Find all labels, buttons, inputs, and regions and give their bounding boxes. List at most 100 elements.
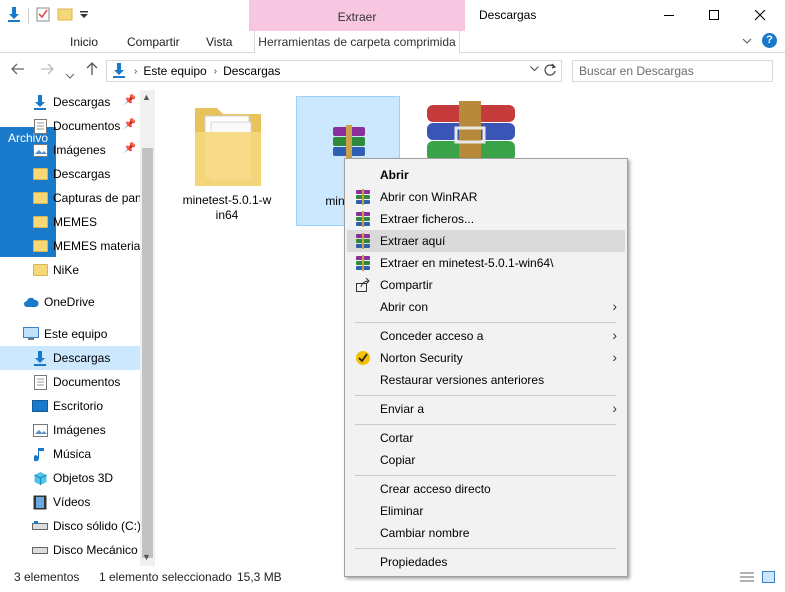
tab-herramientas-carpeta-comprimida[interactable]: Herramientas de carpeta comprimida — [254, 31, 460, 54]
quick-access-toolbar — [6, 6, 89, 25]
menu-item-extraer-ficheros[interactable]: Extraer ficheros... — [347, 208, 625, 230]
pin-icon[interactable]: 📌 — [124, 143, 136, 154]
tab-inicio[interactable]: Inicio — [70, 31, 98, 53]
file-name: minetest-5.0.1-w in64 — [182, 193, 272, 222]
nav-item-imagenes[interactable]: Imágenes — [0, 418, 140, 442]
refresh-icon[interactable] — [543, 63, 557, 80]
ribbon-controls: ? — [742, 33, 777, 48]
menu-item-norton-security[interactable]: Norton Security › — [347, 347, 625, 369]
menu-item-propiedades[interactable]: Propiedades — [347, 551, 625, 573]
nav-item-escritorio[interactable]: Escritorio — [0, 394, 140, 418]
menu-item-restaurar-versiones[interactable]: Restaurar versiones anteriores — [347, 369, 625, 391]
menu-item-copiar[interactable]: Copiar — [347, 449, 625, 471]
menu-divider — [355, 475, 616, 476]
details-view-icon[interactable] — [740, 571, 754, 586]
drive-icon — [32, 518, 48, 534]
menu-item-enviar-a[interactable]: Enviar a › — [347, 398, 625, 420]
scroll-down-icon[interactable]: ▼ — [142, 552, 151, 562]
nav-item-nike[interactable]: NiKe — [0, 258, 140, 282]
folder-icon — [193, 102, 263, 193]
expand-ribbon-icon[interactable] — [742, 34, 752, 48]
share-icon — [355, 277, 371, 293]
folder-icon — [32, 214, 48, 230]
large-icons-view-icon[interactable] — [762, 571, 775, 586]
menu-item-cambiar-nombre[interactable]: Cambiar nombre — [347, 522, 625, 544]
recent-locations-icon[interactable] — [65, 66, 75, 82]
nav-item-memes[interactable]: MEMES — [0, 210, 140, 234]
search-input[interactable]: Buscar en Descargas — [572, 60, 773, 82]
nav-item-documentos[interactable]: Documentos — [0, 370, 140, 394]
chevron-down-icon[interactable] — [530, 64, 539, 75]
title-bar: Extraer Descargas — [0, 0, 785, 31]
nav-item-videos[interactable]: Vídeos — [0, 490, 140, 514]
pin-icon[interactable]: 📌 — [124, 119, 136, 130]
nav-item-disco-mecanico[interactable]: Disco Mecánico — [0, 538, 140, 562]
scroll-up-icon[interactable]: ▲ — [142, 92, 151, 102]
forward-arrow-icon[interactable] — [40, 62, 54, 78]
ribbon-tabs: Archivo Inicio Compartir Vista Herramien… — [0, 31, 785, 257]
nav-item-musica[interactable]: Música — [0, 442, 140, 466]
close-button[interactable] — [738, 0, 783, 30]
maximize-button[interactable] — [692, 0, 737, 30]
winrar-icon — [355, 255, 371, 271]
menu-item-cortar[interactable]: Cortar — [347, 427, 625, 449]
divider — [28, 7, 29, 24]
nav-item-imagenes-pinned[interactable]: Imágenes 📌 — [0, 138, 140, 162]
menu-item-crear-acceso-directo[interactable]: Crear acceso directo — [347, 478, 625, 500]
menu-item-compartir[interactable]: Compartir — [347, 274, 625, 296]
nav-item-capturas[interactable]: Capturas de pan — [0, 186, 140, 210]
status-size: 15,3 MB — [237, 570, 282, 584]
norton-icon — [355, 350, 371, 366]
download-icon[interactable] — [6, 6, 22, 25]
pin-icon[interactable]: 📌 — [124, 95, 136, 106]
folder-icon — [32, 238, 48, 254]
customize-qat-icon[interactable] — [79, 9, 89, 23]
chevron-right-icon[interactable]: › — [214, 66, 217, 77]
context-tab-header: Extraer — [249, 0, 465, 31]
breadcrumb-descargas[interactable]: Descargas — [223, 64, 280, 78]
breadcrumb-este-equipo[interactable]: Este equipo — [143, 64, 206, 78]
menu-item-extraer-en[interactable]: Extraer en minetest-5.0.1-win64\ — [347, 252, 625, 274]
menu-item-eliminar[interactable]: Eliminar — [347, 500, 625, 522]
nav-item-este-equipo[interactable]: Este equipo — [0, 322, 140, 346]
nav-scrollbar[interactable]: ▲ ▼ — [140, 90, 155, 566]
chevron-right-icon[interactable]: › — [134, 66, 137, 77]
tab-compartir[interactable]: Compartir — [127, 31, 180, 53]
properties-icon[interactable] — [35, 6, 51, 25]
nav-item-onedrive[interactable]: OneDrive — [0, 290, 140, 314]
nav-item-objetos-3d[interactable]: Objetos 3D — [0, 466, 140, 490]
music-icon — [32, 446, 48, 462]
menu-item-abrir[interactable]: Abrir — [347, 164, 625, 186]
document-icon — [32, 118, 48, 134]
menu-item-extraer-aqui[interactable]: Extraer aquí — [347, 230, 625, 252]
winrar-installer-icon — [421, 101, 519, 164]
up-arrow-icon[interactable] — [86, 62, 98, 79]
desktop-icon — [32, 398, 48, 414]
nav-item-descargas-pinned[interactable]: Descargas 📌 — [0, 90, 140, 114]
minimize-button[interactable] — [647, 0, 692, 30]
status-item-count: 3 elementos — [14, 570, 80, 584]
winrar-icon — [355, 189, 371, 205]
new-folder-icon[interactable] — [57, 6, 73, 25]
pictures-icon — [32, 142, 48, 158]
menu-item-abrir-con[interactable]: Abrir con › — [347, 296, 625, 318]
help-icon[interactable]: ? — [762, 33, 777, 48]
chevron-right-icon: › — [612, 327, 617, 343]
download-icon — [111, 62, 127, 81]
tab-vista[interactable]: Vista — [206, 31, 232, 53]
address-bar[interactable]: › Este equipo › Descargas — [106, 60, 562, 82]
nav-item-descargas-selected[interactable]: Descargas — [0, 346, 140, 370]
drive-icon — [32, 542, 48, 558]
file-item-folder[interactable]: minetest-5.0.1-w in64 — [175, 96, 279, 226]
folder-icon — [32, 262, 48, 278]
scrollbar-thumb[interactable] — [142, 148, 153, 558]
nav-item-documentos-pinned[interactable]: Documentos 📌 — [0, 114, 140, 138]
menu-divider — [355, 395, 616, 396]
nav-item-disco-solido[interactable]: Disco sólido (C:) — [0, 514, 140, 538]
back-arrow-icon[interactable] — [11, 62, 25, 78]
folder-icon — [32, 190, 48, 206]
nav-item-descargas-folder[interactable]: Descargas — [0, 162, 140, 186]
nav-item-memes-material[interactable]: MEMES material — [0, 234, 140, 258]
menu-item-conceder-acceso[interactable]: Conceder acceso a › — [347, 325, 625, 347]
menu-item-abrir-con-winrar[interactable]: Abrir con WinRAR — [347, 186, 625, 208]
